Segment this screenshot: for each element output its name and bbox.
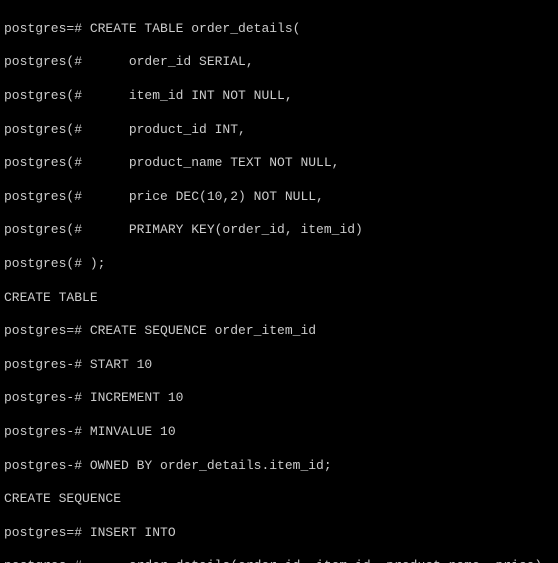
terminal-line: postgres(# PRIMARY KEY(order_id, item_id… bbox=[4, 222, 554, 239]
terminal-line: postgres-# INCREMENT 10 bbox=[4, 390, 554, 407]
terminal-line: postgres-# OWNED BY order_details.item_i… bbox=[4, 458, 554, 475]
output-line: CREATE SEQUENCE bbox=[4, 491, 554, 508]
terminal-line: postgres(# price DEC(10,2) NOT NULL, bbox=[4, 189, 554, 206]
terminal-line: postgres-# MINVALUE 10 bbox=[4, 424, 554, 441]
terminal-line: postgres=# INSERT INTO bbox=[4, 525, 554, 542]
terminal-line: postgres(# order_id SERIAL, bbox=[4, 54, 554, 71]
terminal-line: postgres(# item_id INT NOT NULL, bbox=[4, 88, 554, 105]
output-line: CREATE TABLE bbox=[4, 290, 554, 307]
terminal-line: postgres=# CREATE TABLE order_details( bbox=[4, 21, 554, 38]
terminal-line: postgres(# product_name TEXT NOT NULL, bbox=[4, 155, 554, 172]
terminal-line: postgres(# product_id INT, bbox=[4, 122, 554, 139]
terminal-line: postgres-# order_details(order_id, item_… bbox=[4, 558, 554, 563]
terminal-line: postgres-# START 10 bbox=[4, 357, 554, 374]
terminal-line: postgres=# CREATE SEQUENCE order_item_id bbox=[4, 323, 554, 340]
terminal-line: postgres(# ); bbox=[4, 256, 554, 273]
terminal[interactable]: postgres=# CREATE TABLE order_details( p… bbox=[0, 0, 558, 563]
